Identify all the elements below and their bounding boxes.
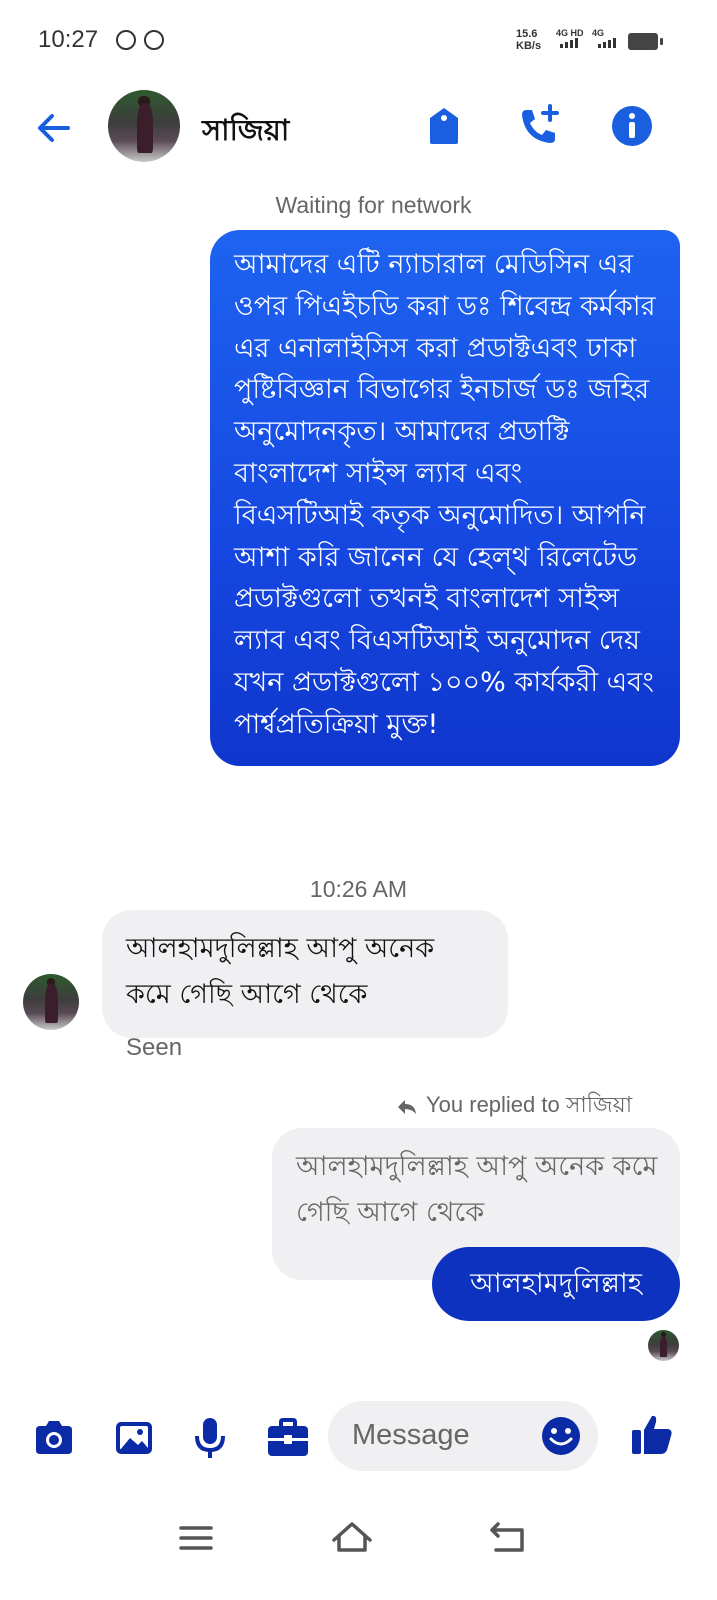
- home-icon[interactable]: [322, 1512, 382, 1562]
- read-receipt-avatar: [648, 1330, 679, 1361]
- seen-label: Seen: [126, 1034, 183, 1061]
- back-nav-icon[interactable]: [478, 1512, 538, 1562]
- reply-icon: [398, 1099, 416, 1114]
- info-icon[interactable]: [608, 102, 656, 150]
- status-bar: 10:27 15.6 KB/s 4G HD 4G: [0, 0, 717, 84]
- menu-icon[interactable]: [166, 1512, 226, 1562]
- contact-name[interactable]: সাজিয়া: [202, 108, 289, 157]
- battery-icon: [628, 33, 663, 50]
- arrow-left-icon[interactable]: [32, 106, 76, 150]
- whatsapp-icon: [144, 30, 164, 50]
- signal-icon: [560, 38, 578, 48]
- camera-icon[interactable]: [30, 1414, 78, 1462]
- add-call-icon[interactable]: [514, 102, 562, 150]
- briefcase-icon[interactable]: [264, 1414, 312, 1462]
- gallery-icon[interactable]: [110, 1414, 158, 1462]
- message-input[interactable]: Message: [328, 1401, 598, 1471]
- microphone-icon[interactable]: [186, 1414, 234, 1462]
- emoji-icon[interactable]: [540, 1415, 582, 1457]
- tag-icon[interactable]: [420, 102, 468, 150]
- signal-icon-2: [598, 38, 616, 48]
- message-timestamp: 10:26 AM: [309, 876, 408, 902]
- status-time: 10:27: [38, 26, 99, 53]
- replied-label: You replied to সাজিয়া: [426, 1092, 633, 1117]
- outgoing-message-bubble[interactable]: আমাদের এটি ন্যাচারাল মেডিসিন এর ওপর পিএই…: [210, 230, 680, 766]
- contact-avatar[interactable]: [108, 90, 180, 162]
- reply-message-bubble[interactable]: আলহামদুলিল্লাহ: [432, 1247, 680, 1321]
- incoming-message-bubble[interactable]: আলহামদুলিল্লাহ আপু অনেক কমে গেছি আগে থেক…: [102, 910, 508, 1038]
- reply-context: You replied to সাজিয়া: [396, 1088, 632, 1125]
- network-type-1: 4G HD: [556, 28, 584, 38]
- network-speed: 15.6 KB/s: [516, 28, 542, 52]
- network-type-2: 4G: [592, 28, 605, 38]
- network-status: Waiting for network: [275, 192, 472, 218]
- status-notification-icons: [116, 30, 164, 50]
- message-composer: Message: [0, 1396, 717, 1480]
- message-placeholder: Message: [352, 1419, 470, 1451]
- sync-icon: [116, 30, 136, 50]
- system-nav-bar: [0, 1500, 717, 1600]
- thumbs-up-icon[interactable]: [628, 1410, 676, 1458]
- chat-header: সাজিয়া: [0, 84, 717, 174]
- sender-avatar[interactable]: [23, 974, 79, 1030]
